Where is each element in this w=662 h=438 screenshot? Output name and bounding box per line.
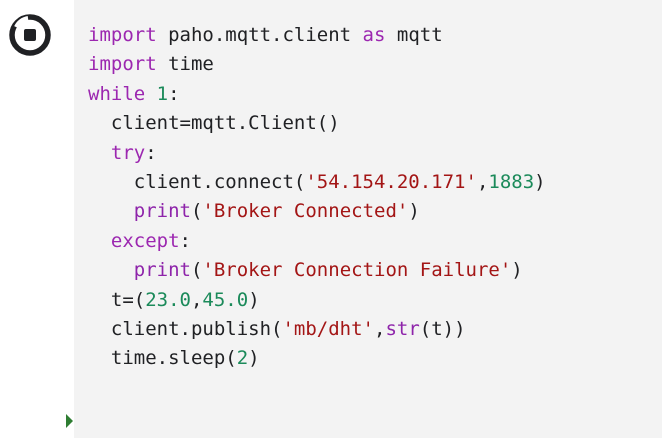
code-token: 45.0	[202, 288, 249, 311]
code-token: import	[88, 53, 157, 76]
code-token: )	[248, 288, 260, 311]
code-token: print	[133, 200, 191, 223]
cell-gutter	[0, 0, 74, 438]
code-line: client.publish('mb/dht',str(t))	[88, 315, 546, 344]
code-token: import	[88, 24, 157, 46]
code-token: 'Broker Connected'	[202, 200, 409, 223]
code-token: ,	[476, 170, 489, 193]
code-token: except	[110, 229, 180, 252]
code-token: paho.mqtt.client	[156, 24, 363, 46]
code-block[interactable]: import paho.mqtt.client as mqtt import ti…	[88, 21, 546, 374]
code-token: :	[179, 229, 191, 252]
run-cell-button[interactable]	[8, 13, 52, 57]
code-line: print('Broker Connection Failure')	[88, 256, 546, 285]
code-token: )	[534, 170, 546, 193]
code-token: client.connect(	[88, 170, 306, 193]
code-token: str	[385, 317, 420, 340]
code-line: import time	[88, 50, 546, 79]
code-token: 'mb/dht'	[282, 317, 374, 340]
code-token: ,	[190, 288, 203, 311]
code-token: try	[110, 141, 146, 164]
code-token: )	[248, 347, 260, 370]
code-token: client.publish(	[88, 317, 283, 340]
code-line: client=mqtt.Client()	[88, 109, 546, 138]
code-token: (t))	[419, 317, 466, 340]
code-token: 23.0	[145, 288, 191, 311]
code-line: import paho.mqtt.client as mqtt	[88, 21, 546, 50]
code-token: )	[408, 200, 420, 223]
code-token: 1883	[488, 170, 535, 193]
code-token: :	[168, 82, 180, 105]
code-token: :	[145, 141, 157, 164]
code-line: time.sleep(2)	[88, 344, 546, 373]
code-token: 1	[156, 82, 169, 105]
code-token: 'Broker Connection Failure'	[202, 259, 512, 282]
code-token: time.sleep(	[88, 347, 237, 370]
code-token: print	[133, 259, 191, 282]
code-line: while 1:	[88, 80, 546, 109]
code-editor[interactable]: import paho.mqtt.client as mqtt import ti…	[74, 0, 662, 438]
execution-marker-icon	[66, 414, 73, 428]
code-token: (	[190, 200, 203, 223]
run-cell-icon	[9, 14, 51, 56]
code-line: try:	[88, 139, 546, 168]
code-token: time	[156, 53, 214, 76]
code-token: 2	[236, 347, 249, 370]
code-line: print('Broker Connected')	[88, 197, 546, 226]
code-token: client=mqtt.Client()	[88, 112, 340, 135]
code-token: mqtt	[385, 24, 443, 46]
code-token: (	[190, 259, 203, 282]
code-line: except:	[88, 227, 546, 256]
code-line: t=(23.0,45.0)	[88, 286, 546, 315]
code-token: '54.154.20.171'	[305, 170, 477, 193]
code-cell: import paho.mqtt.client as mqtt import ti…	[0, 0, 662, 438]
code-token: ,	[373, 317, 386, 340]
code-token: while	[88, 82, 146, 105]
code-token: as	[362, 24, 386, 46]
code-token: )	[511, 259, 523, 282]
code-token: t=(	[88, 288, 146, 311]
code-line: client.connect('54.154.20.171',1883)	[88, 168, 546, 197]
